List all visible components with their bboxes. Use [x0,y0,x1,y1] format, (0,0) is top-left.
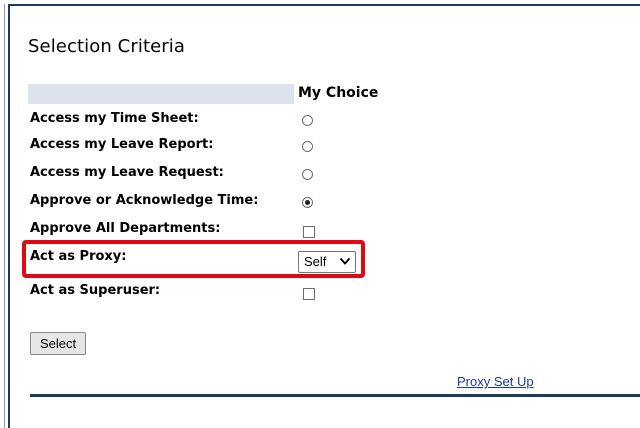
option-row-approve-time: Approve or Acknowledge Time: [30,193,430,213]
approve-all-departments-checkbox[interactable] [303,226,315,238]
frame-top-border [8,4,640,6]
option-label: Access my Leave Request: [30,165,224,180]
option-row-leave-request: Access my Leave Request: [30,165,430,185]
option-row-approve-all-departments: Approve All Departments: [30,221,430,241]
act-as-proxy-select[interactable]: Self [298,251,356,273]
option-label: Approve All Departments: [30,221,221,236]
option-label: Act as Superuser: [30,283,161,298]
approve-time-radio[interactable] [302,197,313,208]
time-sheet-radio[interactable] [302,115,313,126]
option-label: Act as Proxy: [30,249,127,264]
option-label: Approve or Acknowledge Time: [30,193,259,208]
my-choice-header: My Choice [298,85,379,101]
option-row-act-as-superuser: Act as Superuser: [30,283,430,303]
proxy-set-up-link[interactable]: Proxy Set Up [457,374,534,389]
select-button[interactable]: Select [30,332,87,355]
act-as-superuser-checkbox[interactable] [303,288,315,300]
chevron-down-icon [339,257,351,265]
section-title: Selection Criteria [28,36,186,57]
option-row-act-as-proxy: Act as Proxy: [30,249,430,269]
option-label: Access my Time Sheet: [30,111,199,126]
option-label: Access my Leave Report: [30,137,214,152]
leave-request-radio[interactable] [302,169,313,180]
option-row-time-sheet: Access my Time Sheet: [30,111,430,131]
frame-outer-border [4,4,5,428]
option-row-leave-report: Access my Leave Report: [30,137,430,157]
leave-report-radio[interactable] [302,141,313,152]
column-header-bar [28,84,294,104]
frame-bottom-border [30,394,640,397]
frame-left-border [8,4,10,428]
select-value: Self [304,254,327,269]
